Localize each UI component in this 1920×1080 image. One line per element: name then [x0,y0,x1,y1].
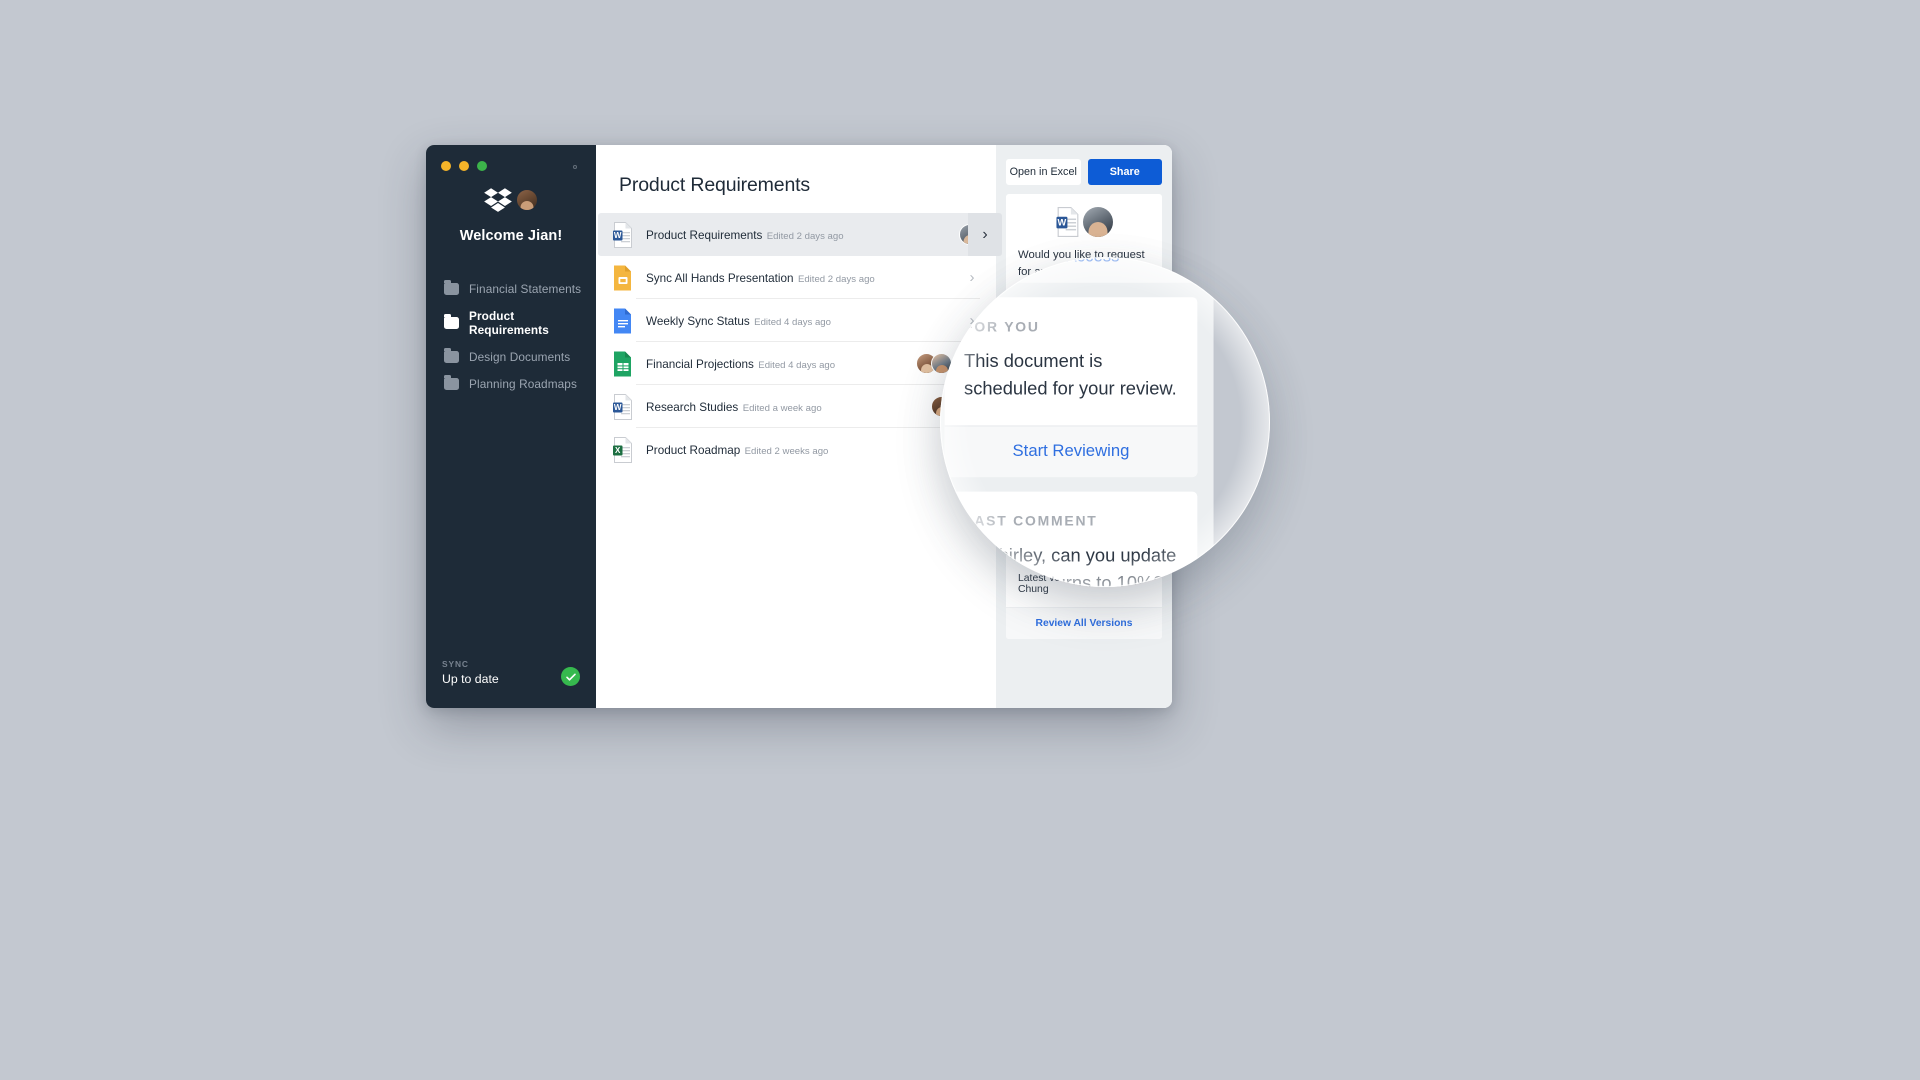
brand-block: Welcome Jian! [426,185,596,244]
for-you-text: This document is scheduled for your revi… [1018,368,1150,398]
user-avatar[interactable] [516,189,538,211]
folder-icon [444,375,459,390]
table-row[interactable]: W Product Requirements Edited 2 days ago… [598,213,1002,256]
versioning-text: Latest version 9 by DJ Chung [1018,572,1121,595]
share-button[interactable]: Share [1087,159,1162,185]
app-window: Welcome Jian! Financial Statements Produ… [426,145,1172,708]
sidebar-item-label: Design Documents [469,349,571,364]
avatar [1083,207,1113,237]
file-meta: Edited 4 days ago [758,359,836,371]
sidebar-nav: Financial Statements Product Requirement… [426,275,596,397]
dropbox-logo [484,188,512,212]
access-request-text: Would you like to request for an access? [1018,249,1145,279]
chevron-right-icon[interactable]: › [964,399,980,414]
main-content: Product Requirements W Product Requireme… [596,145,1002,708]
table-row[interactable]: Financial Projections Edited 4 days ago … [598,342,994,385]
chevron-right-icon[interactable]: › [964,270,980,285]
sidebar-item-label: Product Requirements [469,308,549,337]
file-meta: Edited 2 weeks ago [744,445,829,457]
folder-icon [444,314,459,329]
word-doc-icon: W [612,393,634,420]
sidebar: Welcome Jian! Financial Statements Produ… [426,145,596,708]
file-meta: Edited 2 days ago [766,230,844,242]
file-name: Weekly Sync Status [646,314,750,328]
file-name: Research Studies [646,400,739,414]
file-collaborators [931,396,952,417]
gdoc-icon [612,308,634,334]
start-reviewing-link[interactable]: Start Reviewing [1048,424,1120,435]
svg-text:W: W [1058,217,1067,227]
sync-status: SYNC Up to date [426,659,596,708]
file-meta: Edited 2 days ago [797,273,875,285]
detail-panel: Open in Excel Share W Would you like to … [996,145,1172,708]
sidebar-item-planning-roadmaps[interactable]: Planning Roadmaps [426,370,596,397]
table-row[interactable]: Weekly Sync Status Edited 4 days ago › [598,299,994,342]
sidebar-item-financial-statements[interactable]: Financial Statements [426,275,596,302]
svg-text:W: W [614,231,622,240]
file-meta: Edited a week ago [742,402,822,414]
for-you-card: FOR YOU This document is scheduled for y… [1006,334,1162,445]
table-row[interactable]: X Product Roadmap Edited 2 weeks ago › [598,428,994,471]
sidebar-item-label: Planning Roadmaps [469,376,577,391]
folder-icon [444,348,459,363]
welcome-greeting: Welcome Jian! [459,228,563,244]
table-row[interactable]: W Research Studies Edited a week ago › [598,385,994,428]
sync-state-label: Up to date [442,672,499,686]
last-comment-card: LAST COMMENT Hi Shirley, can you update … [1006,453,1162,532]
read-only-link[interactable]: No, Read Only [1018,304,1086,315]
svg-text:W: W [614,403,622,412]
file-meta: Edited 4 days ago [754,316,831,328]
file-list: W Product Requirements Edited 2 days ago… [596,213,1002,471]
file-name: Financial Projections [646,357,754,371]
folder-icon [444,280,459,295]
for-you-kicker: FOR YOU [1018,347,1065,358]
versioning-card: VERSIONING Latest version 9 by DJ Chung … [1006,540,1162,639]
minimize-window-button[interactable] [459,161,469,171]
avatar [931,353,952,374]
open-in-excel-button[interactable]: Open in Excel [1006,159,1081,185]
sidebar-item-product-requirements[interactable]: Product Requirements [426,302,596,343]
file-collaborators [916,353,952,374]
sheets-icon [612,351,634,377]
svg-text:X: X [615,446,621,455]
close-window-button[interactable] [441,161,451,171]
access-request-card: W Would you like to request for an acces… [1006,194,1162,326]
versioning-kicker: VERSIONING [1018,553,1083,564]
excel-icon: X [612,436,634,463]
sidebar-item-design-documents[interactable]: Design Documents [426,343,596,370]
chevron-right-icon[interactable]: › [964,313,980,328]
window-traffic-lights [441,161,487,171]
file-name: Product Roadmap [646,443,741,457]
table-row[interactable]: Sync All Hands Presentation Edited 2 day… [598,256,994,299]
review-all-versions-link[interactable]: Review All Versions [1036,618,1133,629]
page-title: Product Requirements [619,174,811,196]
gear-icon[interactable] [568,160,582,174]
file-name: Sync All Hands Presentation [646,271,794,285]
check-circle-icon [561,667,580,686]
detail-actions: Open in Excel Share [1006,159,1162,185]
access-request-illustration: W [1018,207,1150,237]
sidebar-item-label: Financial Statements [469,281,582,296]
sync-kicker: SYNC [442,659,469,669]
avatar [931,396,952,417]
last-comment-text: Hi Shirley, can you update the total ret… [1018,487,1150,517]
chevron-right-icon[interactable]: › [964,442,980,457]
word-doc-icon: W [1056,207,1079,237]
slides-icon [612,265,634,291]
chevron-right-icon[interactable]: › [964,356,980,371]
last-comment-kicker: LAST COMMENT [1018,466,1101,477]
get-access-link[interactable]: Yes, Get Access [1104,304,1162,315]
chevron-right-icon[interactable]: › [968,213,1002,256]
file-name: Product Requirements [646,228,763,242]
maximize-window-button[interactable] [477,161,487,171]
word-doc-icon: W [612,221,634,248]
